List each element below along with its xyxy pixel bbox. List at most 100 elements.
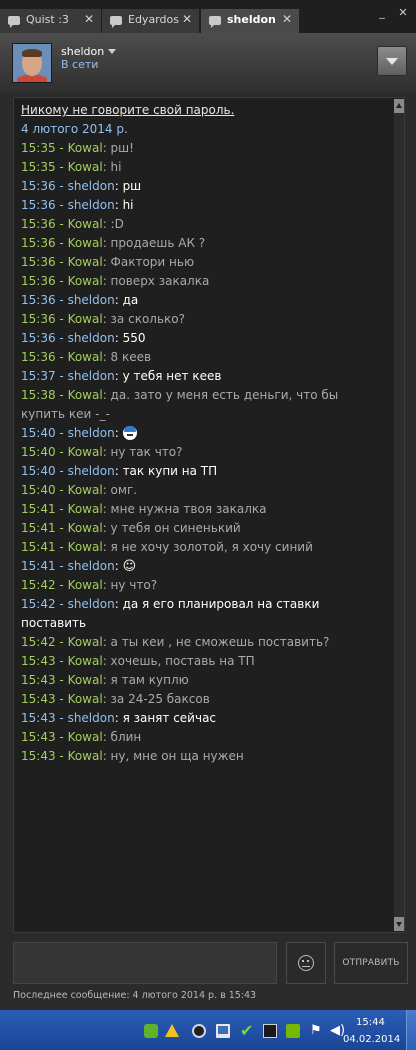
smiley-icon [298,955,314,971]
tab-label: sheldon [227,13,276,26]
message-text: блин [110,730,142,744]
message-time: 15:36 [21,312,56,326]
clock-time[interactable]: 15:44 [356,1017,385,1028]
message-text: ну так что? [110,445,183,459]
message-time: 15:42 [21,635,56,649]
message-sender: sheldon [67,369,115,383]
message-text: у тебя нет кеев [122,369,222,383]
message-time: 15:41 [21,502,56,516]
message-time: 15:36 [21,350,56,364]
chat-message: 15:43 - sheldon: я занят сейчас [21,711,217,725]
close-tab-icon[interactable]: ✕ [182,12,192,26]
close-tab-icon[interactable]: ✕ [282,12,292,26]
network-icon[interactable] [263,1024,277,1038]
message-sender: Kowal [67,673,103,687]
date-separator: 4 лютого 2014 р. [21,122,128,136]
chat-message: 15:35 - Kowal: рш! [21,141,134,155]
scrollbar[interactable] [394,99,404,931]
minimize-icon[interactable]: _ [375,6,389,19]
message-time: 15:40 [21,464,56,478]
message-text: я не хочу золотой, я хочу синий [110,540,313,554]
tab-bar: Quist :3 ✕ Edyardos ✕ sheldon ✕ _ ✕ [0,0,416,33]
message-time: 15:42 [21,597,56,611]
message-input[interactable] [13,942,277,984]
message-sender: Kowal [67,312,103,326]
message-sender: Kowal [67,635,103,649]
message-time: 15:36 [21,293,56,307]
chat-message: 15:36 - Kowal: :D [21,217,124,231]
close-window-icon[interactable]: ✕ [396,6,410,19]
options-dropdown-button[interactable] [377,46,407,76]
chat-bubble-icon [8,16,20,28]
message-text: так купи на ТП [122,464,218,478]
chat-message: 15:42 - Kowal: а ты кеи , не сможешь пос… [21,635,330,649]
chat-message: 15:43 - Kowal: блин [21,730,142,744]
message-sender: Kowal [67,540,103,554]
chat-message: 15:43 - Kowal: хочешь, поставь на ТП [21,654,255,668]
chat-message: 15:36 - Kowal: Фактори нью [21,255,195,269]
tab-label: Quist :3 [26,13,69,26]
antivirus-icon[interactable] [165,1024,179,1037]
last-message-info: Последнее сообщение: 4 лютого 2014 р. в … [13,990,257,1001]
emoticon-button[interactable] [286,942,326,984]
chat-bubble-icon [110,16,122,28]
gamemaker-icon[interactable] [144,1024,158,1038]
message-time: 15:35 [21,141,56,155]
message-text: рш! [110,141,134,155]
message-text: продаешь АК ? [110,236,206,250]
display-icon[interactable] [216,1024,230,1038]
clock-date[interactable]: 04.02.2014 [343,1034,400,1045]
chevron-down-icon[interactable] [108,49,116,54]
message-sender: Kowal [67,730,103,744]
smiley-emoticon: ☺ [122,559,137,574]
message-time: 15:43 [21,654,56,668]
message-text: поверх закалка [110,274,210,288]
volume-icon[interactable]: ◀) [330,1024,345,1038]
chat-message: 15:35 - Kowal: hi [21,160,122,174]
send-button[interactable]: ОТПРАВИТЬ [334,942,408,984]
message-sender: Kowal [67,692,103,706]
message-time: 15:43 [21,692,56,706]
avatar[interactable] [12,43,52,83]
flag-icon[interactable]: ⚑ [310,1024,324,1038]
scroll-down-icon[interactable] [394,917,404,931]
chat-message: 15:43 - Kowal: ну, мне он ща нужен [21,749,244,763]
chat-message: 15:41 - sheldon: ☺ [21,559,137,574]
message-text: а ты кеи , не сможешь поставить? [110,635,330,649]
tab-sheldon[interactable]: sheldon ✕ [201,9,299,33]
chat-message: 15:43 - Kowal: я там куплю [21,673,189,687]
message-list: Никому не говорите свой пароль. 4 лютого… [21,101,381,766]
show-desktop-button[interactable] [406,1010,416,1050]
nvidia-icon[interactable] [286,1024,300,1038]
password-warning: Никому не говорите свой пароль. [21,103,235,117]
chat-message: 15:36 - Kowal: за сколько? [21,312,185,326]
message-text: Фактори нью [110,255,195,269]
chat-message: 15:36 - Kowal: 8 кеев [21,350,152,364]
chat-log[interactable]: Никому не говорите свой пароль. 4 лютого… [13,97,405,933]
chat-message: 15:37 - sheldon: у тебя нет кеев [21,369,222,383]
message-sender: Kowal [67,654,103,668]
message-time: 15:41 [21,521,56,535]
scroll-up-icon[interactable] [394,99,404,113]
close-tab-icon[interactable]: ✕ [84,12,94,26]
message-sender: sheldon [67,711,115,725]
chat-message: 15:36 - Kowal: продаешь АК ? [21,236,206,250]
message-time: 15:40 [21,483,56,497]
tab-edyardos[interactable]: Edyardos ✕ [102,9,199,33]
message-text: да [122,293,139,307]
chat-message: 15:40 - Kowal: ну так что? [21,445,183,459]
tab-quist[interactable]: Quist :3 ✕ [0,9,101,33]
steam-icon[interactable] [192,1024,206,1038]
message-text: омг. [110,483,138,497]
chat-message: 15:41 - Kowal: у тебя он синенький [21,521,241,535]
friend-name[interactable]: sheldon [61,45,104,58]
message-text: хочешь, поставь на ТП [110,654,255,668]
message-sender: sheldon [67,464,115,478]
message-sender: Kowal [67,445,103,459]
message-time: 15:35 [21,160,56,174]
message-text: hi [122,198,134,212]
message-sender: Kowal [67,483,103,497]
message-text: мне нужна твоя закалка [110,502,267,516]
check-icon[interactable]: ✔ [240,1023,254,1039]
message-text: ну, мне он ща нужен [110,749,244,763]
